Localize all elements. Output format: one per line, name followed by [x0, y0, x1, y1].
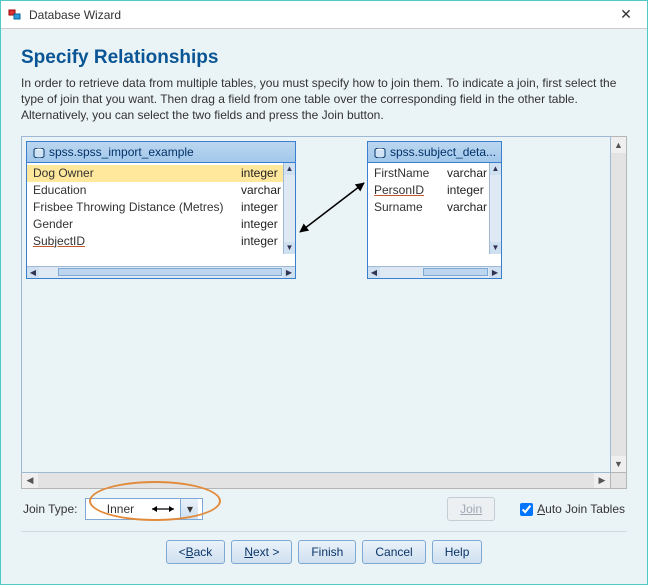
close-button[interactable]: ✕ [611, 5, 641, 25]
table-right[interactable]: spss.subject_deta... FirstName varchar P… [367, 141, 502, 279]
join-type-label: Join Type: [23, 502, 77, 516]
scroll-up-icon[interactable]: ▲ [490, 163, 501, 175]
join-type-value: Inner [90, 502, 150, 516]
field-type: integer [241, 199, 289, 216]
table-right-header[interactable]: spss.subject_deta... [368, 142, 501, 163]
scroll-corner [611, 473, 627, 489]
field-type: integer [241, 233, 289, 250]
dropdown-arrow-icon[interactable]: ▾ [180, 499, 198, 519]
relationship-canvas[interactable]: spss.spss_import_example Dog Owner integ… [21, 136, 611, 473]
finish-button[interactable]: Finish [298, 540, 356, 564]
page-heading: Specify Relationships [21, 47, 627, 69]
table-hscroll[interactable]: ◀ ▶ [27, 266, 295, 278]
scroll-up-icon[interactable]: ▲ [611, 137, 626, 153]
scroll-right-icon[interactable]: ▶ [283, 267, 295, 278]
nav-buttons: < Back Next > Finish Cancel Help [21, 540, 627, 574]
field-name: Gender [33, 216, 241, 233]
table-left-header[interactable]: spss.spss_import_example [27, 142, 295, 163]
scroll-left-icon[interactable]: ◀ [368, 267, 380, 278]
table-row[interactable]: FirstName varchar [368, 165, 501, 182]
field-name: Dog Owner [33, 165, 241, 182]
scroll-down-icon[interactable]: ▼ [611, 456, 626, 472]
table-left-name: spss.spss_import_example [49, 145, 194, 159]
field-name: Surname [374, 199, 447, 216]
table-row[interactable]: PersonID integer [368, 182, 501, 199]
table-icon [33, 147, 45, 157]
field-type: integer [241, 216, 289, 233]
scroll-down-icon[interactable]: ▼ [490, 242, 501, 254]
table-vscroll[interactable]: ▲ ▼ [489, 163, 501, 254]
table-right-name: spss.subject_deta... [390, 145, 496, 159]
inner-join-icon [150, 504, 176, 514]
table-icon [374, 147, 386, 157]
field-type: integer [447, 182, 495, 199]
table-hscroll[interactable]: ◀ ▶ [368, 266, 501, 278]
table-row[interactable]: Gender integer [27, 216, 295, 233]
table-row[interactable]: Education varchar [27, 182, 295, 199]
table-row[interactable]: Surname varchar [368, 199, 501, 216]
scroll-left-icon[interactable]: ◀ [22, 473, 38, 488]
divider [21, 531, 627, 532]
auto-join-label: Auto Join Tables [537, 502, 625, 516]
join-connector [296, 177, 368, 237]
field-type: varchar [241, 182, 289, 199]
cancel-button[interactable]: Cancel [362, 540, 425, 564]
auto-join-input[interactable] [520, 503, 533, 516]
help-button[interactable]: Help [432, 540, 483, 564]
field-type: varchar [447, 199, 495, 216]
window-title: Database Wizard [29, 8, 611, 22]
field-type: varchar [447, 165, 495, 182]
back-button[interactable]: < Back [166, 540, 226, 564]
table-vscroll[interactable]: ▲ ▼ [283, 163, 295, 254]
scroll-up-icon[interactable]: ▲ [284, 163, 295, 175]
auto-join-checkbox[interactable]: Auto Join Tables [516, 500, 625, 519]
next-button[interactable]: Next > [231, 540, 292, 564]
join-type-select[interactable]: Inner ▾ [85, 498, 203, 520]
table-left[interactable]: spss.spss_import_example Dog Owner integ… [26, 141, 296, 279]
field-type: integer [241, 165, 289, 182]
scroll-right-icon[interactable]: ▶ [594, 473, 610, 488]
table-row[interactable]: SubjectID integer [27, 233, 295, 250]
table-row[interactable]: Dog Owner integer [27, 165, 295, 182]
join-button: Join [447, 497, 495, 521]
page-description: In order to retrieve data from multiple … [21, 75, 627, 124]
titlebar: Database Wizard ✕ [1, 1, 647, 29]
field-name: SubjectID [33, 233, 241, 250]
app-icon [7, 7, 23, 23]
field-name: PersonID [374, 182, 447, 199]
scroll-left-icon[interactable]: ◀ [27, 267, 39, 278]
field-name: FirstName [374, 165, 447, 182]
canvas-vscroll[interactable]: ▲ ▼ [611, 136, 627, 473]
scroll-right-icon[interactable]: ▶ [489, 267, 501, 278]
field-name: Frisbee Throwing Distance (Metres) [33, 199, 241, 216]
window: Database Wizard ✕ Specify Relationships … [0, 0, 648, 585]
table-row[interactable]: Frisbee Throwing Distance (Metres) integ… [27, 199, 295, 216]
field-name: Education [33, 182, 241, 199]
scroll-down-icon[interactable]: ▼ [284, 242, 295, 254]
canvas-hscroll[interactable]: ◀ ▶ [21, 473, 627, 489]
